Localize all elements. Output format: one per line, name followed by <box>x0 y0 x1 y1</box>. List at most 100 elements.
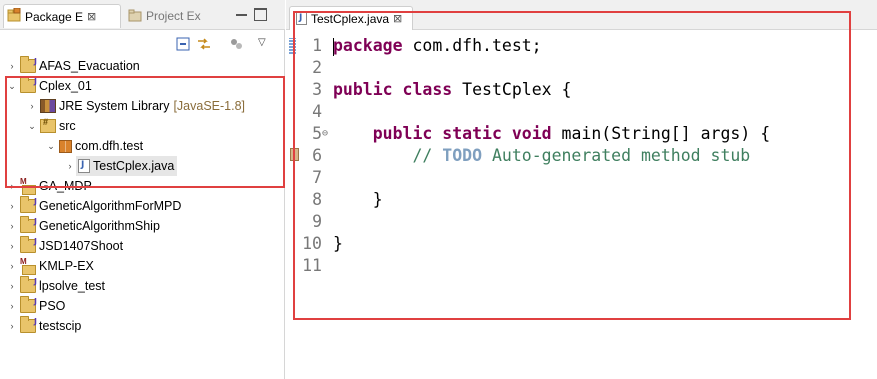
maven-project-icon <box>20 177 36 195</box>
line-number: 6 <box>312 146 322 165</box>
code-line[interactable]: 4 <box>286 101 877 123</box>
fold-toggle-icon[interactable]: ⊖ <box>322 123 328 145</box>
expand-arrow-icon[interactable]: › <box>6 221 18 231</box>
tree-item-jsd1407shoot[interactable]: › J JSD1407Shoot <box>0 236 285 256</box>
tree-item-label: JRE System Library <box>59 99 170 113</box>
code-token: } <box>333 190 383 209</box>
expand-arrow-icon[interactable]: › <box>6 301 18 311</box>
code-token: // <box>333 146 443 165</box>
expand-arrow-icon[interactable]: › <box>6 181 18 191</box>
tree-item-geneticalgorithmformpd[interactable]: › J GeneticAlgorithmForMPD <box>0 196 285 216</box>
tree-item-package[interactable]: ⌄ com.dfh.test <box>0 136 285 156</box>
tree-item-testcplex-java[interactable]: › TestCplex.java <box>0 156 285 176</box>
tree-item-label: KMLP-EX <box>39 259 94 273</box>
line-number: 9 <box>312 212 322 231</box>
code-line[interactable]: 7 <box>286 167 877 189</box>
expand-arrow-icon[interactable]: › <box>64 161 76 171</box>
maximize-icon[interactable] <box>254 8 267 21</box>
code-token: Auto-generated method stub <box>482 146 751 165</box>
code-line[interactable]: 10} <box>286 233 877 255</box>
package-explorer-icon <box>7 7 21 25</box>
tab-package-explorer-label: Package E <box>25 9 84 24</box>
java-project-icon: J <box>20 236 37 253</box>
code-token: TestCplex { <box>452 80 572 99</box>
code-line[interactable]: 9 <box>286 211 877 233</box>
focus-icon[interactable] <box>229 37 243 51</box>
tree-item-label: GeneticAlgorithmShip <box>39 219 160 233</box>
project-folder-icon: J <box>20 56 37 73</box>
code-line[interactable]: 5 ⊖ public static void main(String[] args… <box>286 123 877 145</box>
close-icon[interactable]: ⊠ <box>87 10 96 23</box>
collapse-arrow-icon[interactable]: ⌄ <box>6 81 18 92</box>
editor-tab-label: TestCplex.java <box>311 11 390 26</box>
java-project-icon: J <box>20 76 37 93</box>
expand-arrow-icon[interactable]: › <box>6 61 18 71</box>
library-icon <box>40 99 56 113</box>
java-file-icon <box>296 12 307 25</box>
tree-item-label: lpsolve_test <box>39 279 106 293</box>
tree-item-testscip[interactable]: › J testscip <box>0 316 285 336</box>
code-text: } <box>333 233 343 255</box>
tree-item-ga-mdp[interactable]: › GA_MDP <box>0 176 285 196</box>
tree-item-label: TestCplex.java <box>93 159 175 173</box>
tree-item-lpsolve-test[interactable]: › J lpsolve_test <box>0 276 285 296</box>
line-number: 8 <box>312 190 322 209</box>
code-line[interactable]: 1 package com.dfh.test; <box>286 35 877 57</box>
tree-item-geneticalgorithmship[interactable]: › J GeneticAlgorithmShip <box>0 216 285 236</box>
tree-item-label: testscip <box>39 319 82 333</box>
view-menu-icon[interactable]: ▽ <box>258 37 272 51</box>
java-project-icon: J <box>20 276 37 293</box>
tree-item-label: PSO <box>39 299 66 313</box>
tree-item-src[interactable]: ⌄ src <box>0 116 285 136</box>
tab-project-explorer[interactable]: Project Ex <box>126 4 238 28</box>
package-icon <box>59 139 72 153</box>
project-explorer-icon <box>128 8 142 25</box>
line-number: 4 <box>312 102 322 121</box>
collapse-arrow-icon[interactable]: ⌄ <box>45 141 57 152</box>
expand-arrow-icon[interactable]: › <box>6 241 18 251</box>
code-line[interactable]: 8 } <box>286 189 877 211</box>
code-token: void <box>511 124 552 143</box>
line-number: 1 <box>312 36 322 55</box>
tab-project-explorer-label: Project Ex <box>146 9 201 23</box>
code-text: public static void main(String[] args) { <box>333 123 770 145</box>
collapse-arrow-icon[interactable]: ⌄ <box>26 121 38 132</box>
collapse-all-icon[interactable] <box>176 37 190 51</box>
tree-item-pso[interactable]: › J PSO <box>0 296 285 316</box>
expand-arrow-icon[interactable]: › <box>6 261 18 271</box>
source-folder-icon <box>40 117 56 133</box>
expand-arrow-icon[interactable]: › <box>6 281 18 291</box>
close-icon[interactable]: ⊠ <box>393 12 402 25</box>
tree-item-afas-evacuation[interactable]: › J AFAS_Evacuation <box>0 56 285 76</box>
code-token: com.dfh.test; <box>402 36 542 55</box>
code-line[interactable]: 6 // TODO Auto-generated method stub <box>286 145 877 167</box>
code-line[interactable]: 3 public class TestCplex { <box>286 79 877 101</box>
tab-package-explorer[interactable]: Package E ⊠ <box>3 4 121 28</box>
expand-arrow-icon[interactable]: › <box>6 321 18 331</box>
code-token: class <box>402 80 453 99</box>
expand-arrow-icon[interactable]: › <box>6 201 18 211</box>
java-project-icon: J <box>20 296 37 313</box>
line-number: 7 <box>312 168 322 187</box>
line-number: 10 <box>302 234 322 253</box>
minimize-icon[interactable] <box>235 8 248 21</box>
code-line[interactable]: 2 <box>286 57 877 79</box>
code-token: static <box>442 124 502 143</box>
code-line[interactable]: 11 <box>286 255 877 277</box>
tree-item-label: Cplex_01 <box>39 79 92 93</box>
code-token: public <box>372 124 433 143</box>
java-project-icon: J <box>20 216 37 233</box>
package-explorer-panel: Package E ⊠ Project Ex ▽ › J AFAS_Evacua… <box>0 0 285 379</box>
selection-highlight: TestCplex.java <box>76 156 178 176</box>
tree-item-jre-library[interactable]: › JRE System Library [JavaSE-1.8] <box>0 96 285 116</box>
code-token: main(String[] args) { <box>551 124 771 143</box>
expand-arrow-icon[interactable]: › <box>26 101 38 111</box>
tree-item-kmlp-ex[interactable]: › KMLP-EX <box>0 256 285 276</box>
tab-testcplex-java[interactable]: TestCplex.java ⊠ <box>289 6 413 30</box>
tree-item-cplex-01[interactable]: ⌄ J Cplex_01 <box>0 76 285 96</box>
link-with-editor-icon[interactable] <box>196 37 210 51</box>
